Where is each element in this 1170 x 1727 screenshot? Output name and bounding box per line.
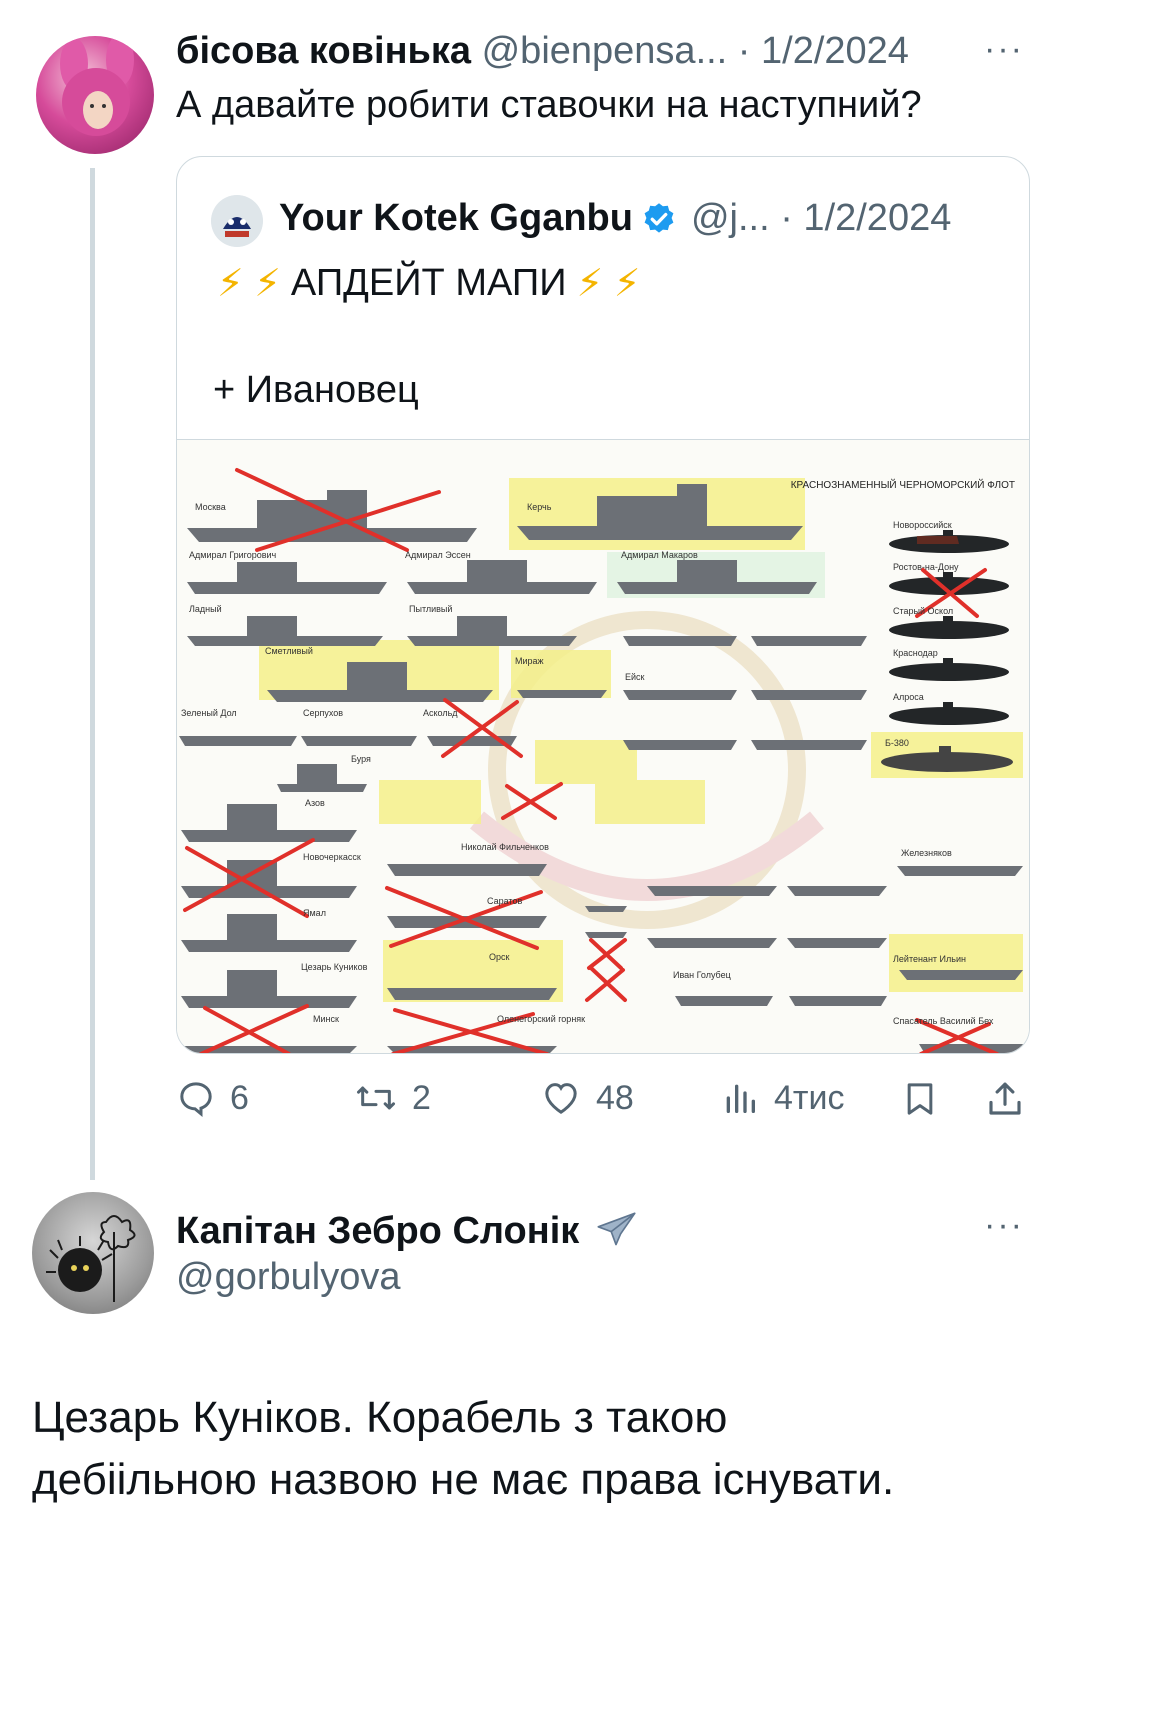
bookmark-icon	[907, 1083, 933, 1115]
ship-label: Серпухов	[303, 708, 344, 718]
ship-label: Николай Фильченков	[461, 842, 549, 852]
ship-label: Ростов-на-Дону	[893, 562, 959, 572]
post-text: А давайте робити ставочки на наступний?	[176, 84, 922, 126]
bookmark-button[interactable]	[900, 1078, 940, 1125]
ship-label: Краснодар	[893, 648, 938, 658]
image-title: КРАСНОЗНАМЕННЫЙ ЧЕРНОМОРСКИЙ ФЛОТ	[790, 480, 1015, 491]
share-button[interactable]	[984, 1078, 1026, 1125]
ship-label: Мираж	[515, 656, 544, 666]
ship-label: Цезарь Куников	[301, 962, 368, 972]
ship-label: Ладный	[189, 604, 222, 614]
ship-label: Москва	[195, 502, 226, 512]
ship-label: Минск	[313, 1014, 339, 1024]
ship-label: Керчь	[527, 502, 552, 512]
more-icon[interactable]: ···	[984, 30, 1024, 69]
ship-label: Буря	[351, 754, 371, 764]
like-count: 48	[596, 1078, 634, 1117]
quoted-handle-date[interactable]: @j... · 1/2/2024	[691, 197, 951, 240]
author-name[interactable]: бісова ковінька	[176, 30, 471, 72]
like-icon	[545, 1083, 577, 1114]
views-icon	[726, 1084, 755, 1113]
repost-count: 2	[412, 1078, 431, 1117]
reply-author-avatar[interactable]	[32, 1192, 154, 1314]
ship-label: Новороссийск	[893, 520, 952, 530]
reply-text-line1: Цезарь Куніков. Корабель з такою	[32, 1393, 728, 1442]
reply-author-handle[interactable]: @gorbulyova	[176, 1256, 400, 1299]
ship-label: Саратов	[487, 896, 523, 906]
ship-label: Железняков	[901, 848, 952, 858]
ship-label: Азов	[305, 798, 325, 808]
author-avatar[interactable]	[36, 36, 154, 154]
repost-button[interactable]: 2	[354, 1078, 431, 1118]
author-handle-date[interactable]: @bienpensa... · 1/2/2024	[482, 30, 909, 72]
ship-label: Ейск	[625, 672, 645, 682]
airplane-icon	[591, 1206, 641, 1256]
repost-icon	[357, 1086, 395, 1110]
ship-label: Старый Оскол	[893, 606, 954, 616]
quoted-post[interactable]: Your Kotek Gganbu @j... · 1/2/2024 ⚡ ⚡ А…	[176, 156, 1030, 1054]
ship-label: Аскольд	[423, 708, 458, 718]
ship-label: Алроса	[893, 692, 924, 702]
ship-label: Орск	[489, 952, 510, 962]
reply-icon	[180, 1082, 212, 1118]
reply-button[interactable]: 6	[176, 1078, 249, 1118]
lightning-icon-left: ⚡ ⚡	[217, 263, 281, 305]
like-button[interactable]: 48	[540, 1078, 634, 1118]
thread-line	[90, 168, 95, 1180]
ship-label: Лейтенант Ильин	[893, 954, 966, 964]
ship-label: Зеленый Дол	[181, 708, 237, 718]
quoted-author-name[interactable]: Your Kotek Gganbu	[279, 197, 633, 240]
reply-more-icon[interactable]: ···	[984, 1206, 1024, 1245]
reply-count: 6	[230, 1078, 249, 1117]
ship-label: Ямал	[303, 908, 326, 918]
fleet-map-image[interactable]: КРАСНОЗНАМЕННЫЙ ЧЕРНОМОРСКИЙ ФЛОТ Москва…	[177, 439, 1029, 1053]
ship-label: Иван Голубец	[673, 970, 731, 980]
ship-label: Адмирал Григорович	[189, 550, 277, 560]
views-count: 4тис	[774, 1078, 845, 1117]
quoted-subline: + Ивановец	[213, 369, 419, 411]
quoted-avatar	[211, 195, 263, 247]
ship-label: Сметливый	[265, 646, 313, 656]
views-button[interactable]: 4тис	[720, 1078, 844, 1118]
reply-author-name[interactable]: Капітан Зебро Слонік	[176, 1210, 579, 1253]
ship-label: Б-380	[885, 738, 909, 748]
ship-label: Спасатель Василий Бех	[893, 1016, 994, 1026]
quoted-headline: АПДЕЙТ МАПИ	[290, 262, 567, 304]
reply-text-line2: дебіільною назвою не має права існувати.	[32, 1455, 895, 1504]
verified-icon	[641, 201, 677, 237]
share-icon	[989, 1082, 1021, 1115]
ship-label: Адмирал Эссен	[405, 550, 471, 560]
ship-label: Пытливый	[409, 604, 453, 614]
ship-label: Адмирал Макаров	[621, 550, 698, 560]
lightning-icon-right: ⚡ ⚡	[576, 263, 641, 305]
ship-label: Новочеркасск	[303, 852, 361, 862]
ship-label: Оленегорский горняк	[497, 1014, 586, 1024]
